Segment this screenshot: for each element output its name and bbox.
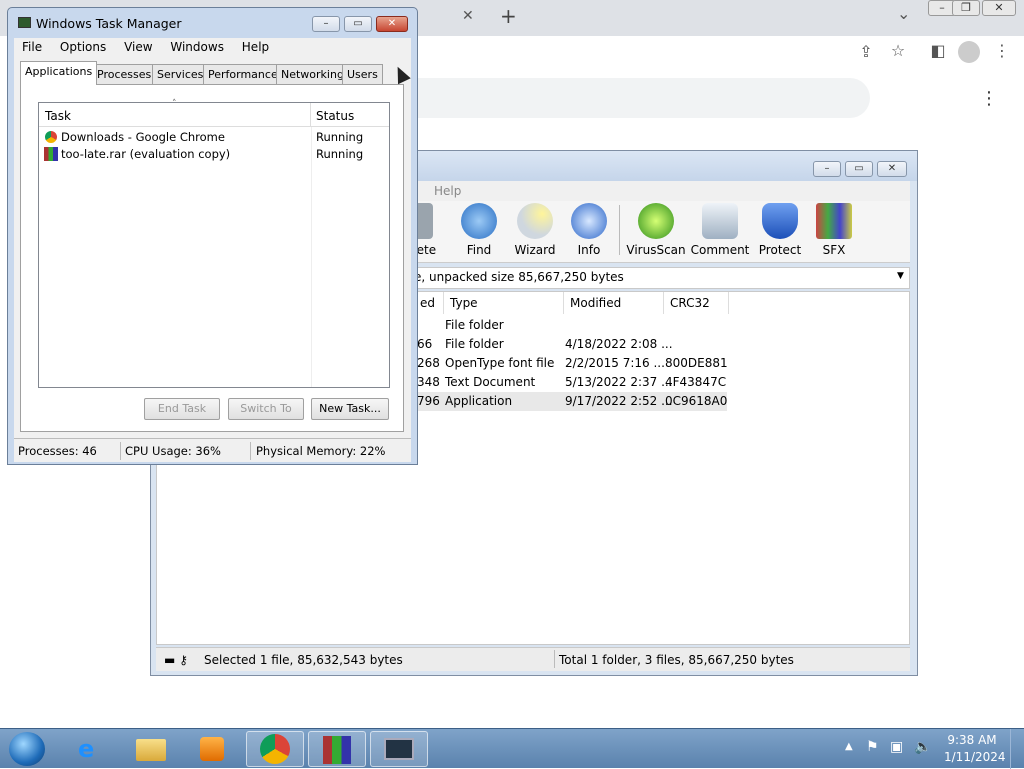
network-icon[interactable]: ▣ — [890, 739, 903, 755]
tab-users[interactable]: Users — [342, 64, 383, 84]
magnifier-icon — [461, 203, 497, 239]
winrar-icon[interactable] — [308, 731, 366, 767]
wand-icon — [517, 203, 553, 239]
tab-applications[interactable]: Applications — [20, 61, 98, 85]
task-manager-icon — [18, 17, 31, 28]
close-button[interactable]: ✕ — [982, 0, 1016, 16]
task-manager-window: Windows Task Manager – ▭ ✕ File Options … — [7, 7, 418, 465]
status-cpu: CPU Usage: 36% — [125, 444, 221, 458]
status-selected: Selected 1 file, 85,632,543 bytes — [204, 653, 403, 667]
winrar-icon — [44, 147, 58, 161]
new-task-button[interactable]: New Task... — [311, 398, 389, 420]
menu-file[interactable]: File — [22, 40, 42, 54]
status-memory: Physical Memory: 22% — [256, 444, 386, 458]
maximize-button[interactable]: ▭ — [344, 16, 372, 32]
tab-processes[interactable]: Processes — [92, 64, 157, 84]
profile-avatar-icon[interactable] — [958, 41, 980, 63]
menu-windows[interactable]: Windows — [170, 40, 224, 54]
action-center-icon[interactable]: ⚑ — [866, 739, 879, 755]
sfx-box-icon — [816, 203, 852, 239]
comment-button[interactable]: Comment — [688, 203, 752, 257]
table-row[interactable]: too-late.rar (evaluation copy) Running — [39, 146, 389, 163]
column-header-type[interactable]: Type — [444, 292, 564, 314]
share-icon[interactable]: ⇪ — [854, 42, 878, 61]
menu-help[interactable]: Help — [434, 184, 461, 198]
maximize-button[interactable]: ▭ — [845, 161, 873, 177]
find-button[interactable]: Find — [447, 203, 511, 257]
comment-icon — [702, 203, 738, 239]
close-button[interactable]: ✕ — [877, 161, 907, 177]
task-list: Task ˄ Status Downloads - Google Chrome … — [38, 99, 390, 388]
explorer-folder-icon[interactable] — [122, 731, 180, 767]
dropdown-arrow-icon[interactable]: ▼ — [897, 271, 904, 281]
table-row[interactable]: Downloads - Google Chrome Running — [39, 129, 389, 146]
status-divider — [120, 442, 121, 460]
media-player-icon[interactable] — [182, 731, 240, 767]
side-panel-icon[interactable]: ◧ — [926, 41, 950, 60]
start-orb-icon[interactable] — [9, 732, 45, 766]
path-text: e, unpacked size 85,667,250 bytes — [414, 270, 624, 284]
toolbar-separator — [619, 205, 620, 255]
task-manager-menu-bar: File Options View Windows Help — [14, 38, 411, 58]
winrar-status-bar: ▬ ⚷ Selected 1 file, 85,632,543 bytes To… — [156, 647, 910, 671]
page-menu-icon[interactable]: ⋮ — [980, 88, 998, 109]
shield-icon — [762, 203, 798, 239]
status-processes: Processes: 46 — [18, 444, 97, 458]
tab-search-icon[interactable]: ⌄ — [897, 4, 910, 23]
menu-help[interactable]: Help — [242, 40, 269, 54]
task-manager-body: Applications Processes Services Performa… — [14, 58, 411, 438]
drive-icon: ▬ ⚷ — [164, 653, 188, 667]
clock-time[interactable]: 9:38 AM — [944, 733, 1000, 747]
info-icon — [571, 203, 607, 239]
column-header-packed[interactable]: ed — [414, 292, 444, 314]
sfx-button[interactable]: SFX — [802, 203, 866, 257]
taskbar: e ▲ ⚑ ▣ 🔈 9:38 AM 1/11/2024 — [0, 728, 1024, 769]
clock-date[interactable]: 1/11/2024 — [944, 750, 1006, 764]
column-header-crc[interactable]: CRC32 — [664, 292, 729, 314]
virus-icon — [638, 203, 674, 239]
menu-view[interactable]: View — [124, 40, 152, 54]
applications-panel: Task ˄ Status Downloads - Google Chrome … — [20, 84, 404, 432]
status-divider — [554, 650, 555, 668]
minimize-button[interactable]: – — [813, 161, 841, 177]
menu-options[interactable]: Options — [60, 40, 106, 54]
close-tab-icon[interactable]: ✕ — [462, 8, 474, 24]
tab-performance[interactable]: Performance — [203, 64, 283, 84]
volume-muted-icon[interactable]: 🔈 — [914, 739, 931, 755]
window-title: Windows Task Manager — [36, 16, 182, 31]
end-task-button[interactable]: End Task — [144, 398, 220, 420]
column-header-modified[interactable]: Modified — [564, 292, 664, 314]
restore-button[interactable]: ❐ — [952, 0, 980, 16]
status-divider — [250, 442, 251, 460]
show-hidden-icons[interactable]: ▲ — [845, 741, 853, 752]
virusscan-button[interactable]: VirusScan — [624, 203, 688, 257]
new-tab-icon[interactable]: + — [500, 4, 517, 28]
sort-arrow-icon: ˄ — [172, 99, 177, 109]
column-divider — [311, 127, 312, 387]
show-desktop-button[interactable] — [1010, 729, 1024, 769]
switch-to-button[interactable]: Switch To — [228, 398, 304, 420]
column-header-status[interactable]: Status — [311, 103, 389, 127]
close-button[interactable]: ✕ — [376, 16, 408, 32]
chrome-icon[interactable] — [246, 731, 304, 767]
chrome-menu-icon[interactable]: ⋮ — [990, 41, 1014, 60]
bookmark-star-icon[interactable]: ☆ — [886, 41, 910, 60]
tab-services[interactable]: Services — [152, 64, 209, 84]
info-button[interactable]: Info — [557, 203, 621, 257]
chrome-icon — [44, 130, 58, 144]
task-manager-status-bar: Processes: 46 CPU Usage: 36% Physical Me… — [14, 438, 411, 462]
task-manager-icon[interactable] — [370, 731, 428, 767]
tab-networking[interactable]: Networking — [276, 64, 349, 84]
task-manager-title-bar[interactable]: Windows Task Manager – ▭ ✕ — [8, 8, 417, 38]
status-total: Total 1 folder, 3 files, 85,667,250 byte… — [559, 653, 794, 667]
minimize-button[interactable]: – — [312, 16, 340, 32]
internet-explorer-icon[interactable]: e — [62, 731, 120, 767]
